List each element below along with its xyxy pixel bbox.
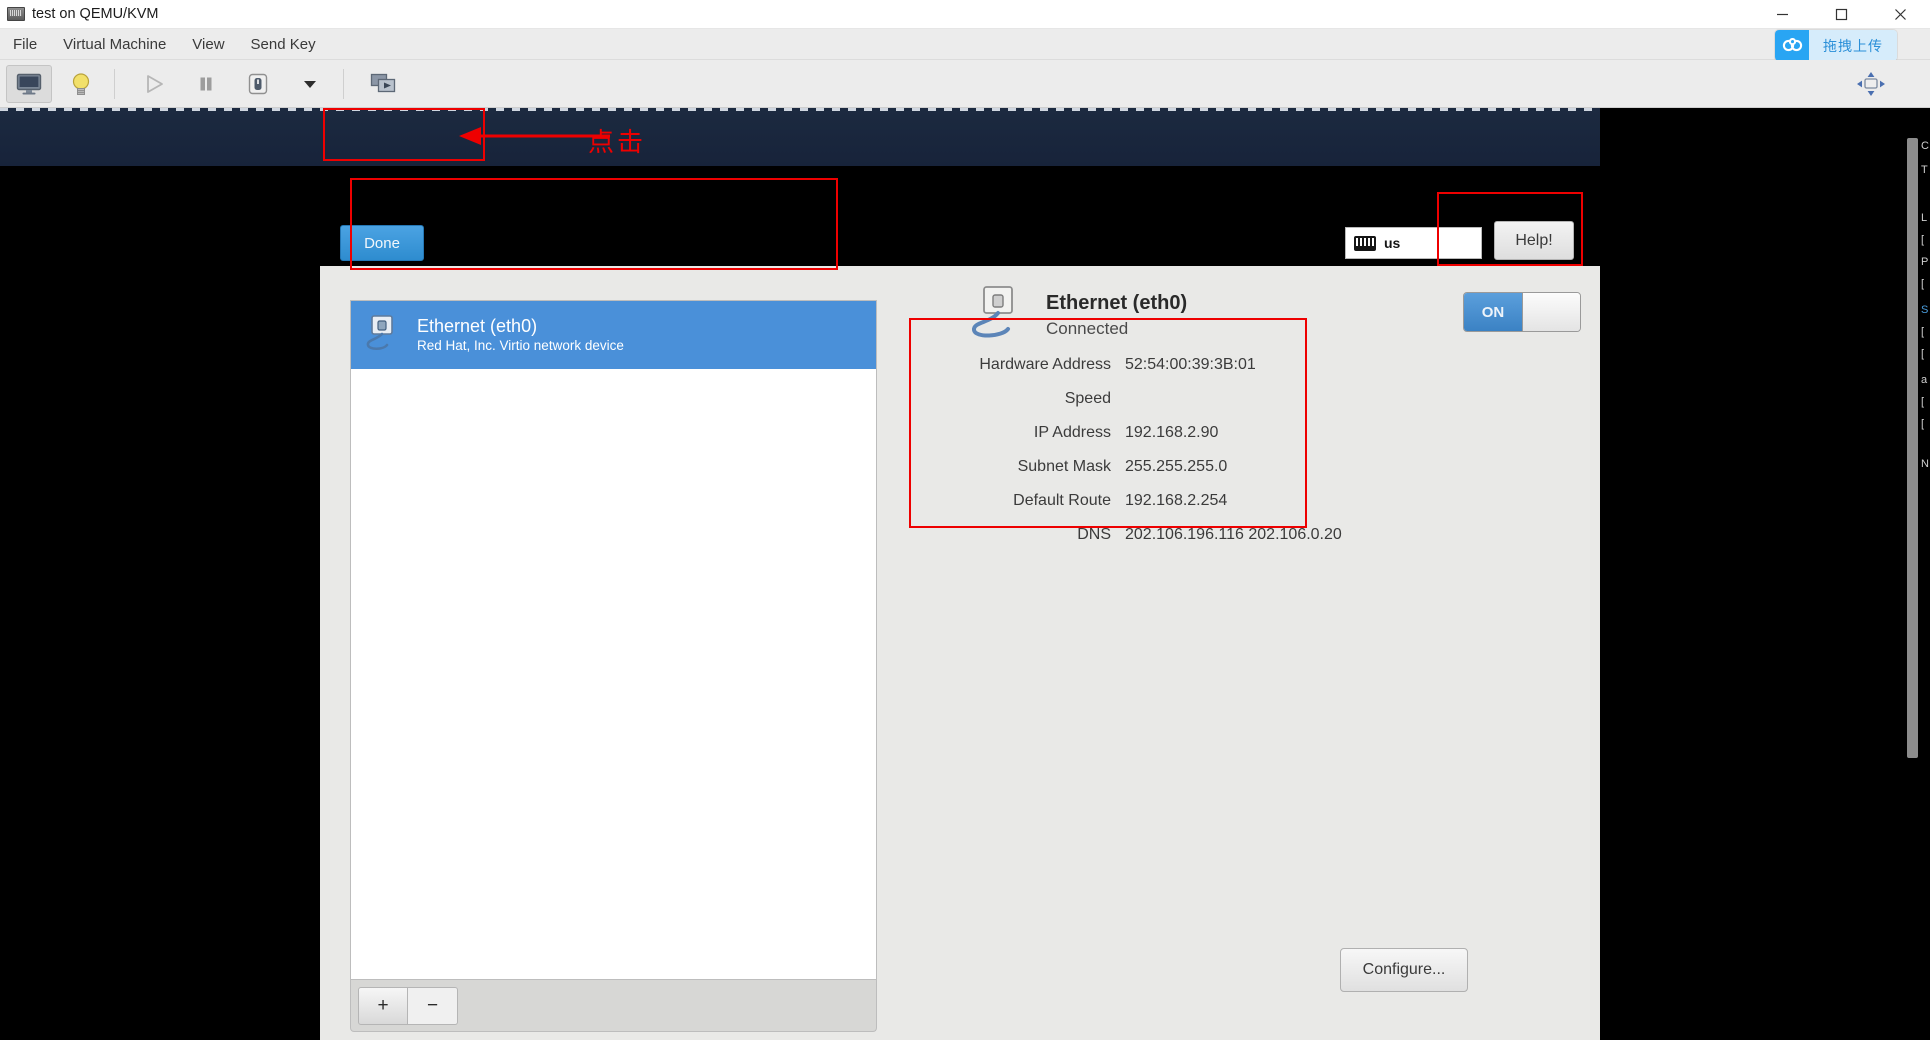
vm-display-icon bbox=[7, 7, 25, 21]
window-controls bbox=[1753, 0, 1930, 29]
chevron-down-icon[interactable] bbox=[287, 65, 333, 103]
remove-device-button[interactable]: − bbox=[408, 986, 458, 1025]
detail-header-texts: Ethernet (eth0) Connected bbox=[1046, 290, 1187, 342]
ethernet-icon bbox=[970, 284, 1032, 347]
run-button[interactable] bbox=[131, 65, 177, 103]
edge-text: P bbox=[1921, 256, 1929, 268]
menu-send-key[interactable]: Send Key bbox=[238, 29, 329, 60]
menu-virtual-machine[interactable]: Virtual Machine bbox=[50, 29, 179, 60]
device-list[interactable]: Ethernet (eth0) Red Hat, Inc. Virtio net… bbox=[350, 300, 877, 980]
field-value: 255.255.255.0 bbox=[1125, 458, 1228, 475]
edge-text: [ bbox=[1921, 348, 1925, 360]
field-label: Hardware Address bbox=[979, 356, 1111, 373]
keyboard-icon bbox=[1354, 235, 1376, 251]
scrollbar[interactable] bbox=[1907, 138, 1918, 758]
close-icon[interactable] bbox=[1871, 0, 1930, 29]
edge-text: L bbox=[1921, 212, 1928, 224]
keyboard-layout-label: us bbox=[1384, 235, 1401, 251]
detail-header: Ethernet (eth0) Connected bbox=[970, 284, 1187, 347]
toolbar-separator bbox=[114, 68, 115, 99]
field-subnet-mask: Subnet Mask 255.255.255.0 bbox=[880, 450, 1540, 484]
menu-view[interactable]: View bbox=[179, 29, 237, 60]
minimize-icon[interactable] bbox=[1753, 0, 1812, 29]
help-button[interactable]: Help! bbox=[1494, 221, 1574, 260]
drag-upload-label: 拖拽上传 bbox=[1809, 30, 1897, 61]
menu-file[interactable]: File bbox=[0, 29, 50, 60]
edge-text: T bbox=[1921, 164, 1928, 176]
drag-upload-widget[interactable]: 拖拽上传 bbox=[1775, 30, 1897, 61]
list-item-texts: Ethernet (eth0) Red Hat, Inc. Virtio net… bbox=[417, 315, 624, 355]
network-enable-toggle[interactable]: ON bbox=[1463, 292, 1581, 332]
field-hardware-address: Hardware Address 52:54:00:39:3B:01 bbox=[880, 348, 1540, 382]
network-settings-panel: Ethernet (eth0) Red Hat, Inc. Virtio net… bbox=[320, 266, 1600, 1040]
cloud-upload-icon bbox=[1775, 30, 1809, 61]
toolbar-separator-2 bbox=[343, 68, 344, 99]
field-dns: DNS 202.106.196.116 202.106.0.20 bbox=[880, 518, 1540, 552]
edge-text: N bbox=[1921, 458, 1929, 470]
list-item[interactable]: Ethernet (eth0) Red Hat, Inc. Virtio net… bbox=[351, 301, 876, 369]
field-label: Default Route bbox=[1013, 492, 1111, 509]
configure-button[interactable]: Configure... bbox=[1340, 948, 1468, 992]
network-field-list: Hardware Address 52:54:00:39:3B:01 Speed… bbox=[880, 348, 1540, 552]
keyboard-layout-indicator[interactable]: us bbox=[1345, 227, 1482, 259]
add-device-button[interactable]: + bbox=[358, 986, 408, 1025]
show-details-button[interactable] bbox=[58, 65, 104, 103]
installer-header-bar bbox=[0, 108, 1600, 166]
field-label: IP Address bbox=[1033, 424, 1111, 441]
edge-text: C bbox=[1921, 140, 1929, 152]
shutdown-button[interactable] bbox=[235, 65, 281, 103]
vm-viewport[interactable]: Done us Help! Ethernet (eth0) Red Hat, I… bbox=[0, 108, 1930, 1040]
resize-to-vm-icon[interactable] bbox=[1848, 65, 1894, 103]
vm-toolbar bbox=[0, 60, 1930, 108]
edge-text: [ bbox=[1921, 234, 1925, 246]
field-value: 192.168.2.254 bbox=[1125, 492, 1228, 509]
background-desktop-strip bbox=[1600, 108, 1930, 1040]
field-value: 202.106.196.116 202.106.0.20 bbox=[1125, 526, 1342, 543]
edge-text: [ bbox=[1921, 326, 1925, 338]
field-label: Speed bbox=[1064, 390, 1111, 407]
window-title: test on QEMU/KVM bbox=[32, 6, 159, 22]
toggle-on-label: ON bbox=[1464, 293, 1522, 331]
edge-text: [ bbox=[1921, 396, 1925, 408]
field-ip-address: IP Address 192.168.2.90 bbox=[880, 416, 1540, 450]
field-speed: Speed bbox=[880, 382, 1540, 416]
click-hint-label: 点击 bbox=[588, 128, 647, 158]
menu-bar: File Virtual Machine View Send Key bbox=[0, 29, 1930, 60]
show-console-button[interactable] bbox=[6, 64, 52, 103]
ethernet-icon bbox=[363, 312, 405, 359]
field-default-route: Default Route 192.168.2.254 bbox=[880, 484, 1540, 518]
detail-status: Connected bbox=[1046, 318, 1129, 338]
edge-text: [ bbox=[1921, 278, 1925, 290]
field-value: 192.168.2.90 bbox=[1125, 424, 1219, 441]
field-label: DNS bbox=[1077, 526, 1111, 543]
edge-text: [ bbox=[1921, 418, 1925, 430]
done-button[interactable]: Done bbox=[340, 225, 424, 261]
toggle-knob[interactable] bbox=[1522, 293, 1580, 331]
edge-text: a bbox=[1921, 374, 1928, 386]
list-item-title: Ethernet (eth0) bbox=[417, 316, 538, 336]
edge-text: S bbox=[1921, 304, 1929, 316]
window-title-bar: test on QEMU/KVM bbox=[0, 0, 1930, 29]
maximize-icon[interactable] bbox=[1812, 0, 1871, 29]
screen-root: test on QEMU/KVM File Virtual Machine Vi… bbox=[0, 0, 1930, 1040]
device-list-toolbar: + − bbox=[350, 980, 877, 1032]
field-label: Subnet Mask bbox=[1017, 458, 1111, 475]
list-item-subtitle: Red Hat, Inc. Virtio network device bbox=[417, 338, 624, 353]
detail-title: Ethernet (eth0) bbox=[1046, 291, 1188, 314]
pause-button[interactable] bbox=[183, 65, 229, 103]
field-value: 52:54:00:39:3B:01 bbox=[1125, 356, 1256, 373]
fullscreen-button[interactable] bbox=[360, 65, 406, 103]
